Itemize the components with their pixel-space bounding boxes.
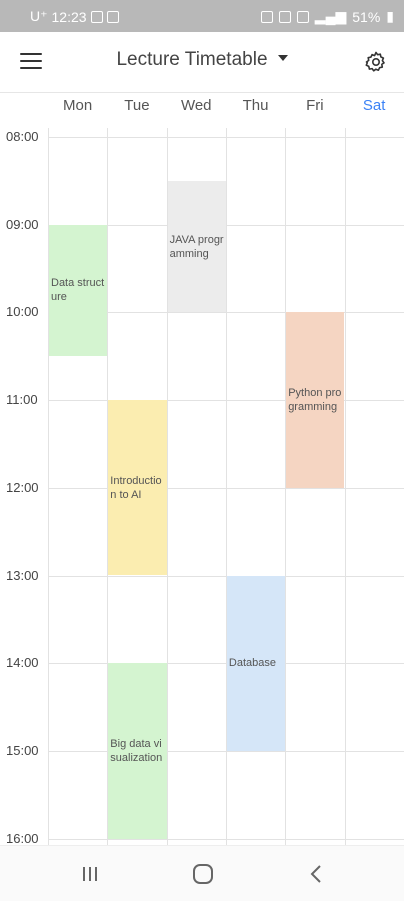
status-bar: U⁺ 12:23 ▂▄▆ 51% ▮	[0, 0, 404, 32]
wifi-icon	[297, 11, 309, 23]
time-label: 08:00	[6, 129, 39, 144]
home-button[interactable]	[192, 864, 214, 884]
timetable-grid: MonTueWedThuFriSat 08:00 09:00 10:00 11:00 1…	[0, 93, 404, 845]
app-notification-icon	[107, 11, 119, 23]
course-block[interactable]: Database	[227, 576, 285, 751]
course-block[interactable]: Introduction to AI	[108, 400, 166, 575]
day-header-mon: Mon	[48, 97, 107, 114]
gear-icon[interactable]	[364, 50, 388, 74]
status-time: 12:23	[52, 9, 87, 25]
time-label: 09:00	[6, 217, 39, 232]
day-header-sat: Sat	[345, 97, 404, 114]
battery-percent: 51%	[352, 9, 380, 25]
page-title: Lecture Timetable	[116, 49, 267, 70]
system-nav-bar	[0, 845, 404, 901]
time-label: 16:00	[6, 831, 39, 845]
image-notification-icon	[91, 11, 103, 23]
status-left: U⁺ 12:23	[30, 8, 119, 25]
day-gridline	[345, 128, 346, 845]
mute-icon	[279, 11, 291, 23]
time-label: 11:00	[6, 392, 38, 407]
course-block[interactable]: JAVA programming	[168, 181, 226, 313]
app-bar: Lecture Timetable	[0, 32, 404, 93]
recent-apps-button[interactable]	[80, 864, 100, 884]
course-block[interactable]: Big data visualization	[108, 663, 166, 838]
alarm-icon	[261, 11, 273, 23]
status-right: ▂▄▆ 51% ▮	[261, 8, 394, 25]
signal-icon: ▂▄▆	[315, 8, 346, 25]
day-header-fri: Fri	[285, 97, 344, 114]
time-label: 15:00	[6, 743, 39, 758]
day-header-thu: Thu	[226, 97, 285, 114]
carrier-label: U⁺	[30, 8, 48, 25]
time-label: 14:00	[6, 655, 39, 670]
day-header-tue: Tue	[107, 97, 166, 114]
chevron-down-icon	[278, 55, 288, 61]
battery-icon: ▮	[386, 8, 394, 25]
time-label: 13:00	[6, 568, 39, 583]
title-dropdown[interactable]: Lecture Timetable	[0, 49, 404, 71]
time-label: 10:00	[6, 304, 39, 319]
day-header-wed: Wed	[167, 97, 226, 114]
course-block[interactable]: Python programming	[286, 312, 344, 487]
time-label: 12:00	[6, 480, 39, 495]
back-button[interactable]	[308, 864, 324, 884]
course-block[interactable]: Data structure	[49, 225, 107, 357]
